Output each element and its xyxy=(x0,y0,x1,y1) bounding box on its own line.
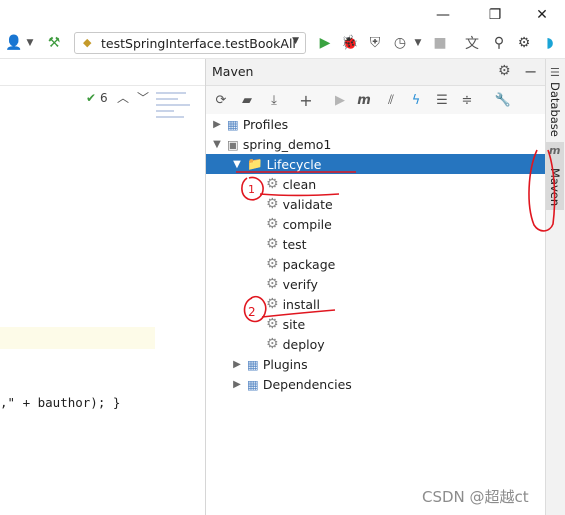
code-minimap xyxy=(156,88,200,138)
config-icon: ◆ xyxy=(83,36,92,49)
chevron-down-icon: ▼ xyxy=(292,36,299,46)
tab-maven-label: Maven xyxy=(548,168,562,207)
tree-item-label: spring_demo1 xyxy=(242,136,332,152)
tree-item-goal[interactable]: ⚙ validate xyxy=(266,194,333,214)
toggle-offline-icon[interactable]: ⫽ xyxy=(381,90,401,110)
reload-icon[interactable]: ⟳ xyxy=(211,90,231,110)
minimize-button[interactable]: — xyxy=(420,0,466,30)
goal-label: verify xyxy=(282,276,318,292)
profile-icon[interactable]: ◷ xyxy=(390,33,410,53)
check-icon: ✔ xyxy=(86,91,97,105)
gear-icon: ⚙ xyxy=(266,256,279,272)
chevron-right-icon[interactable]: ▶ xyxy=(231,379,243,390)
tree-item-dependencies[interactable]: ▶ ▦ Dependencies xyxy=(231,374,352,394)
chevron-down-icon[interactable]: ▼ xyxy=(211,139,223,150)
tree-item-label: Dependencies xyxy=(262,376,352,392)
tab-database-label: Database xyxy=(548,82,562,137)
inspection-count[interactable]: 6 xyxy=(100,91,108,105)
editor-gutter-header xyxy=(0,59,205,86)
chevron-down-icon[interactable]: ﹀ xyxy=(137,89,149,106)
module-icon: ▣ xyxy=(227,136,239,152)
gear-icon: ⚙ xyxy=(266,236,279,252)
goal-label: clean xyxy=(282,176,317,192)
maven-panel-header xyxy=(206,59,545,86)
tree-item-goal[interactable]: ⚙ test xyxy=(266,234,307,254)
tree-item-profiles[interactable]: ▶ ▦ Profiles xyxy=(211,114,288,134)
run-icon[interactable]: ▶ xyxy=(315,33,335,53)
tree-item-goal[interactable]: ⚙ clean xyxy=(266,174,316,194)
code-line: ," + bauthor); } xyxy=(0,395,120,415)
gear-icon: ⚙ xyxy=(266,196,279,212)
tree-item-goal[interactable]: ⚙ verify xyxy=(266,274,318,294)
chevron-right-icon[interactable]: ▶ xyxy=(231,359,243,370)
chevron-down-icon[interactable]: ▼ xyxy=(231,159,243,170)
dependencies-folder-icon: ▦ xyxy=(247,376,259,392)
restore-button[interactable]: ❐ xyxy=(472,0,518,30)
wrench-icon[interactable]: 🔧 xyxy=(493,90,513,110)
debug-icon[interactable]: 🐞 xyxy=(340,33,360,53)
plugins-folder-icon: ▦ xyxy=(247,356,259,372)
gear-icon: ⚙ xyxy=(266,316,279,332)
goal-label: package xyxy=(282,256,336,272)
dropdown-icon[interactable]: ▼ xyxy=(20,33,40,53)
gear-icon: ⚙ xyxy=(266,336,279,352)
close-button[interactable]: ✕ xyxy=(519,0,565,30)
search-icon[interactable]: ⚲ xyxy=(489,33,509,53)
maven-goal-icon[interactable]: m xyxy=(354,90,374,110)
goal-label: install xyxy=(282,296,320,312)
goal-label: deploy xyxy=(282,336,325,352)
coverage-icon[interactable]: ⛨ xyxy=(365,33,385,53)
chevron-right-icon[interactable]: ▶ xyxy=(211,119,223,130)
folder-icon: 📁 xyxy=(247,156,263,171)
goal-label: compile xyxy=(282,216,332,232)
goal-label: validate xyxy=(282,196,333,212)
gear-icon: ⚙ xyxy=(266,276,279,292)
panel-settings-icon[interactable]: ⚙ xyxy=(498,63,511,79)
goal-label: site xyxy=(282,316,306,332)
skip-tests-icon[interactable]: ϟ xyxy=(406,90,426,110)
collapse-all-icon[interactable]: ≑ xyxy=(457,90,477,110)
gear-icon: ⚙ xyxy=(266,176,279,192)
stop-icon[interactable]: ■ xyxy=(430,33,450,53)
tab-database[interactable]: Database ☰ xyxy=(546,64,564,137)
profiles-icon: ▦ xyxy=(227,116,239,132)
tree-item-goal[interactable]: ⚙ compile xyxy=(266,214,332,234)
database-icon: ☰ xyxy=(550,66,560,79)
tree-item-goal[interactable]: ⚙ install xyxy=(266,294,320,314)
watermark: CSDN @超越ct xyxy=(422,488,529,506)
chevron-up-icon[interactable]: ︿ xyxy=(117,89,129,106)
tree-item-plugins[interactable]: ▶ ▦ Plugins xyxy=(231,354,308,374)
translate-icon[interactable]: 文 xyxy=(462,33,482,53)
tab-maven[interactable]: m Maven xyxy=(546,142,564,210)
code-text: ," + bauthor); } xyxy=(0,395,121,410)
plugin-icon[interactable]: ◗ xyxy=(540,33,560,53)
profile-dropdown-icon[interactable]: ▼ xyxy=(408,33,428,53)
tree-item-goal[interactable]: ⚙ package xyxy=(266,254,335,274)
maven-project-tree xyxy=(206,114,545,515)
tree-item-label: Profiles xyxy=(242,116,289,132)
tree-item-lifecycle[interactable]: ▼ 📁 Lifecycle xyxy=(206,154,545,174)
download-icon[interactable]: ⤓ xyxy=(264,90,284,110)
gear-icon: ⚙ xyxy=(266,216,279,232)
tree-item-goal[interactable]: ⚙ site xyxy=(266,314,305,334)
generate-sources-icon[interactable]: ▰ xyxy=(237,90,257,110)
add-icon[interactable]: + xyxy=(296,90,316,110)
maven-panel-title: Maven xyxy=(212,64,254,79)
goal-label: test xyxy=(282,236,307,252)
tree-item-label: Lifecycle xyxy=(266,156,322,172)
hammer-icon[interactable]: ⚒ xyxy=(44,33,64,53)
run-configuration-label: testSpringInterface.testBookAll xyxy=(101,35,296,51)
minimize-panel-icon[interactable]: − xyxy=(524,62,537,81)
tree-item-project[interactable]: ▼ ▣ spring_demo1 xyxy=(211,134,331,154)
maven-icon: m xyxy=(549,144,561,157)
run-goal-icon[interactable]: ▶ xyxy=(330,90,350,110)
current-line-highlight xyxy=(0,327,155,349)
settings-icon[interactable]: ⚙ xyxy=(514,33,534,53)
run-configuration-select[interactable]: ◆ testSpringInterface.testBookAll ▼ xyxy=(74,32,306,54)
show-dependencies-icon[interactable]: ☰ xyxy=(432,90,452,110)
gear-icon: ⚙ xyxy=(266,296,279,312)
tree-item-goal[interactable]: ⚙ deploy xyxy=(266,334,325,354)
tree-item-label: Plugins xyxy=(262,356,308,372)
